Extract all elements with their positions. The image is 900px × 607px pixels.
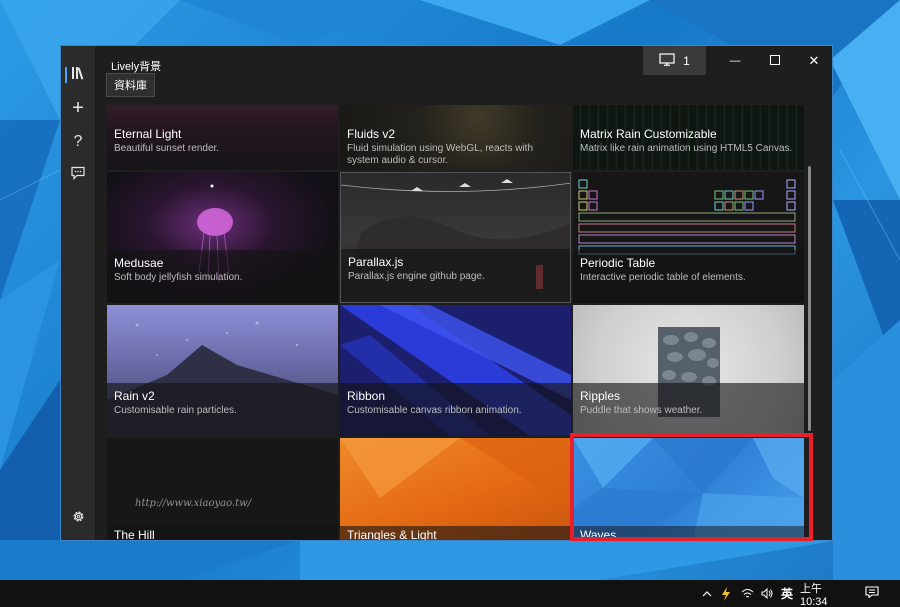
library-icon bbox=[71, 66, 85, 85]
close-icon: ✕ bbox=[808, 52, 820, 68]
selection-highlight-box bbox=[570, 433, 813, 541]
maximize-icon bbox=[770, 53, 780, 68]
wallpaper-title: Ribbon bbox=[347, 389, 386, 403]
wallpaper-tile-rain-v2[interactable]: Rain v2 Customisable rain particles. bbox=[107, 305, 338, 436]
add-wallpaper-button[interactable]: + bbox=[61, 93, 95, 123]
wallpaper-title: Fluids v2 bbox=[347, 127, 396, 141]
wallpaper-description: Puddle that shows weather. bbox=[580, 405, 703, 416]
maximize-button[interactable] bbox=[755, 46, 795, 75]
wallpaper-tile-the-hill[interactable]: http://www.xiaoyao.tw/ The Hill bbox=[107, 438, 338, 541]
wallpaper-tile-ripples[interactable]: Ripples Puddle that shows weather. bbox=[573, 305, 804, 436]
wallpaper-tile-fluids-v2[interactable]: Fluids v2 Fluid simulation using WebGL, … bbox=[340, 105, 571, 170]
wallpaper-title: Rain v2 bbox=[114, 389, 155, 403]
library-button[interactable] bbox=[61, 60, 95, 90]
wallpaper-title: Triangles & Light bbox=[347, 528, 437, 541]
wallpaper-description: Beautiful sunset render. bbox=[114, 143, 220, 154]
ime-indicator[interactable]: 英 bbox=[778, 580, 796, 607]
watermark-text: http://www.xiaoyao.tw/ bbox=[135, 498, 252, 509]
clock[interactable]: 上午 10:34 bbox=[800, 580, 852, 607]
gear-icon bbox=[71, 509, 86, 529]
grid-scrollbar[interactable] bbox=[808, 166, 811, 431]
wifi-icon[interactable] bbox=[738, 580, 756, 607]
wallpaper-title: Ripples bbox=[580, 389, 621, 403]
wallpaper-tile-medusae[interactable]: Medusae Soft body jellyfish simulation. bbox=[107, 172, 338, 303]
help-icon: ? bbox=[73, 133, 83, 150]
display-selector-button[interactable]: 1 bbox=[643, 46, 706, 75]
library-tooltip: 資料庫 bbox=[106, 73, 155, 97]
nav-rail: + ? bbox=[61, 46, 95, 540]
help-button[interactable]: ? bbox=[61, 127, 95, 157]
wallpaper-tile-parallax[interactable]: Parallax.js Parallax.js engine github pa… bbox=[340, 172, 571, 303]
wallpaper-title: Medusae bbox=[114, 256, 164, 270]
wallpaper-title: Parallax.js bbox=[348, 255, 404, 269]
plus-icon: + bbox=[72, 96, 84, 119]
wallpaper-tile-triangles-light[interactable]: Triangles & Light bbox=[340, 438, 571, 541]
wallpaper-description: Customisable rain particles. bbox=[114, 405, 237, 416]
monitor-icon bbox=[659, 52, 675, 69]
feedback-icon bbox=[71, 166, 85, 185]
tray-overflow-chevron-icon[interactable] bbox=[700, 580, 714, 607]
wallpaper-description: Fluid simulation using WebGL, reacts wit… bbox=[347, 143, 534, 166]
volume-icon[interactable] bbox=[758, 580, 776, 607]
wallpaper-title: Eternal Light bbox=[114, 127, 182, 141]
settings-button[interactable] bbox=[61, 504, 95, 534]
close-button[interactable]: ✕ bbox=[794, 46, 832, 75]
wallpaper-title: The Hill bbox=[114, 528, 155, 541]
app-title: Lively背景 bbox=[111, 61, 162, 73]
feedback-button[interactable] bbox=[61, 160, 95, 190]
lively-tray-icon[interactable] bbox=[718, 580, 734, 607]
wallpaper-title: Periodic Table bbox=[580, 256, 656, 270]
wallpaper-description: Customisable canvas ribbon animation. bbox=[347, 405, 522, 416]
display-count: 1 bbox=[683, 53, 690, 68]
minimize-button[interactable]: — bbox=[715, 46, 755, 75]
taskbar: 英 上午 10:34 bbox=[0, 580, 900, 607]
wallpaper-description: Interactive periodic table of elements. bbox=[580, 272, 746, 283]
wallpaper-description: Matrix like rain animation using HTML5 C… bbox=[580, 143, 793, 154]
wallpaper-title: Matrix Rain Customizable bbox=[580, 127, 717, 141]
wallpaper-description: Parallax.js engine github page. bbox=[348, 271, 485, 282]
wallpaper-description: Soft body jellyfish simulation. bbox=[114, 272, 243, 283]
wallpaper-tile-ribbon[interactable]: Ribbon Customisable canvas ribbon animat… bbox=[340, 305, 571, 436]
wallpaper-tile-eternal-light[interactable]: Eternal Light Beautiful sunset render. bbox=[107, 105, 338, 170]
wallpaper-tile-periodic-table[interactable]: Periodic Table Interactive periodic tabl… bbox=[573, 172, 804, 303]
notification-icon bbox=[865, 586, 879, 601]
minimize-icon: — bbox=[729, 54, 741, 67]
action-center-button[interactable] bbox=[861, 580, 883, 607]
wallpaper-tile-matrix-rain[interactable]: Matrix Rain Customizable Matrix like rai… bbox=[573, 105, 804, 170]
